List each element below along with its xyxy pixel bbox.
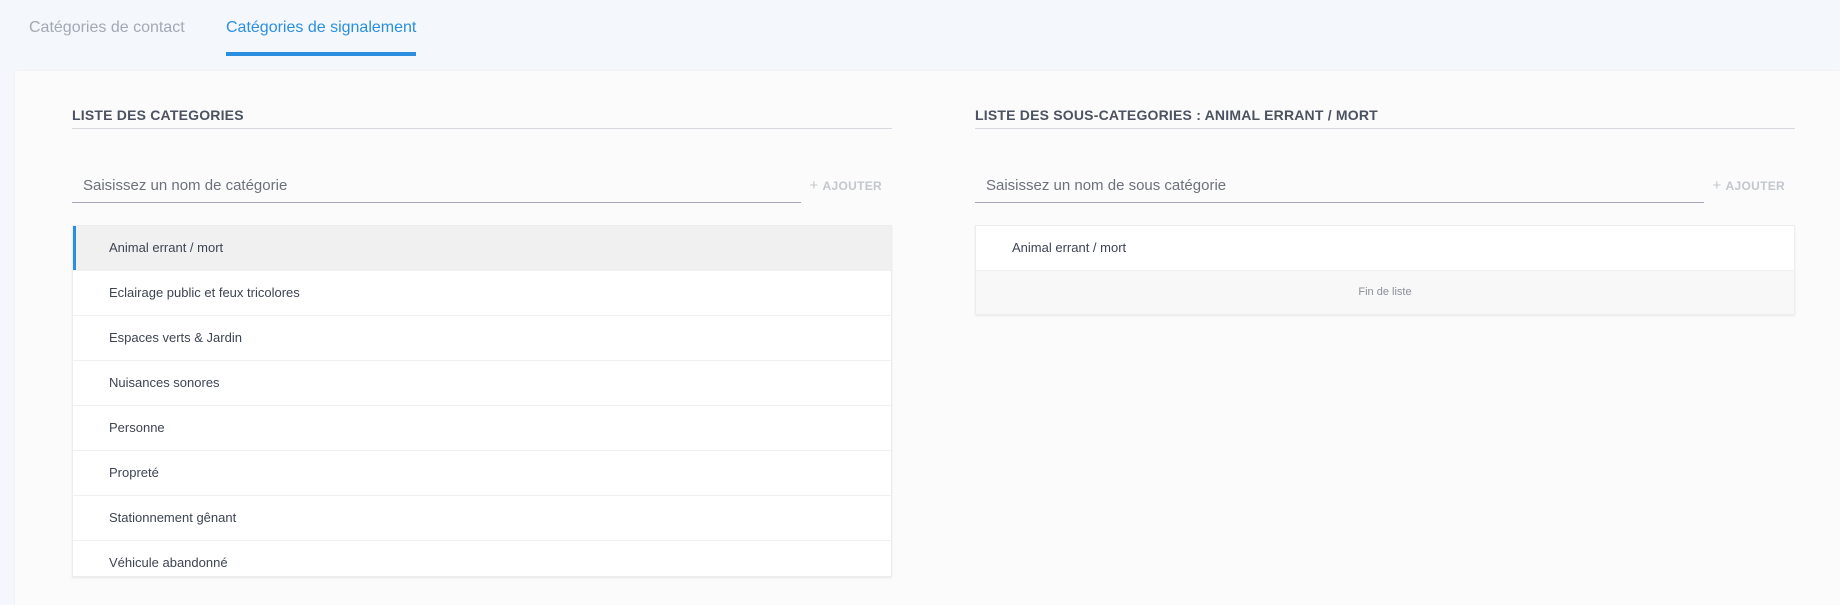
- category-item-espaces-verts[interactable]: Espaces verts & Jardin: [73, 316, 891, 361]
- category-item-eclairage[interactable]: Eclairage public et feux tricolores: [73, 271, 891, 316]
- tab-bar: Catégories de contact Catégories de sign…: [0, 0, 1840, 70]
- category-item-nuisances[interactable]: Nuisances sonores: [73, 361, 891, 406]
- subcategory-search-row: +AJOUTER: [975, 168, 1795, 204]
- add-subcategory-button[interactable]: + AJOUTER: [1712, 176, 1785, 196]
- plus-icon: +: [1712, 177, 1722, 194]
- plus-icon: +: [809, 177, 819, 194]
- category-item-proprete[interactable]: Propreté: [73, 451, 891, 496]
- tab-contact-categories[interactable]: Catégories de contact: [29, 18, 185, 56]
- category-name-input[interactable]: [72, 168, 801, 203]
- subcategory-item-animal[interactable]: Animal errant / mort: [976, 226, 1794, 271]
- category-search-row: +AJOUTER: [72, 168, 892, 204]
- subcategory-name-input[interactable]: [975, 168, 1704, 203]
- category-item-personne[interactable]: Personne: [73, 406, 891, 451]
- tab-report-categories[interactable]: Catégories de signalement: [226, 18, 417, 56]
- categories-title: LISTE DES CATEGORIES: [72, 107, 892, 129]
- category-item-vehicule[interactable]: Véhicule abandonné: [73, 541, 891, 576]
- list-end-label: Fin de liste: [976, 271, 1794, 314]
- category-item-animal[interactable]: Animal errant / mort: [73, 226, 891, 271]
- categories-panel: LISTE DES CATEGORIES +AJOUTER Animal err…: [72, 71, 892, 605]
- subcategories-list: Animal errant / mort Fin de liste: [975, 225, 1795, 315]
- subcategories-title: LISTE DES SOUS-CATEGORIES : ANIMAL ERRAN…: [975, 107, 1795, 129]
- main-card: LISTE DES CATEGORIES +AJOUTER Animal err…: [15, 71, 1840, 605]
- subcategories-panel: LISTE DES SOUS-CATEGORIES : ANIMAL ERRAN…: [975, 71, 1795, 605]
- add-category-button[interactable]: + AJOUTER: [809, 176, 882, 196]
- add-subcategory-label: AJOUTER: [1725, 179, 1785, 193]
- category-item-stationnement[interactable]: Stationnement gênant: [73, 496, 891, 541]
- add-category-label: AJOUTER: [822, 179, 882, 193]
- categories-list: Animal errant / mort Eclairage public et…: [72, 225, 892, 577]
